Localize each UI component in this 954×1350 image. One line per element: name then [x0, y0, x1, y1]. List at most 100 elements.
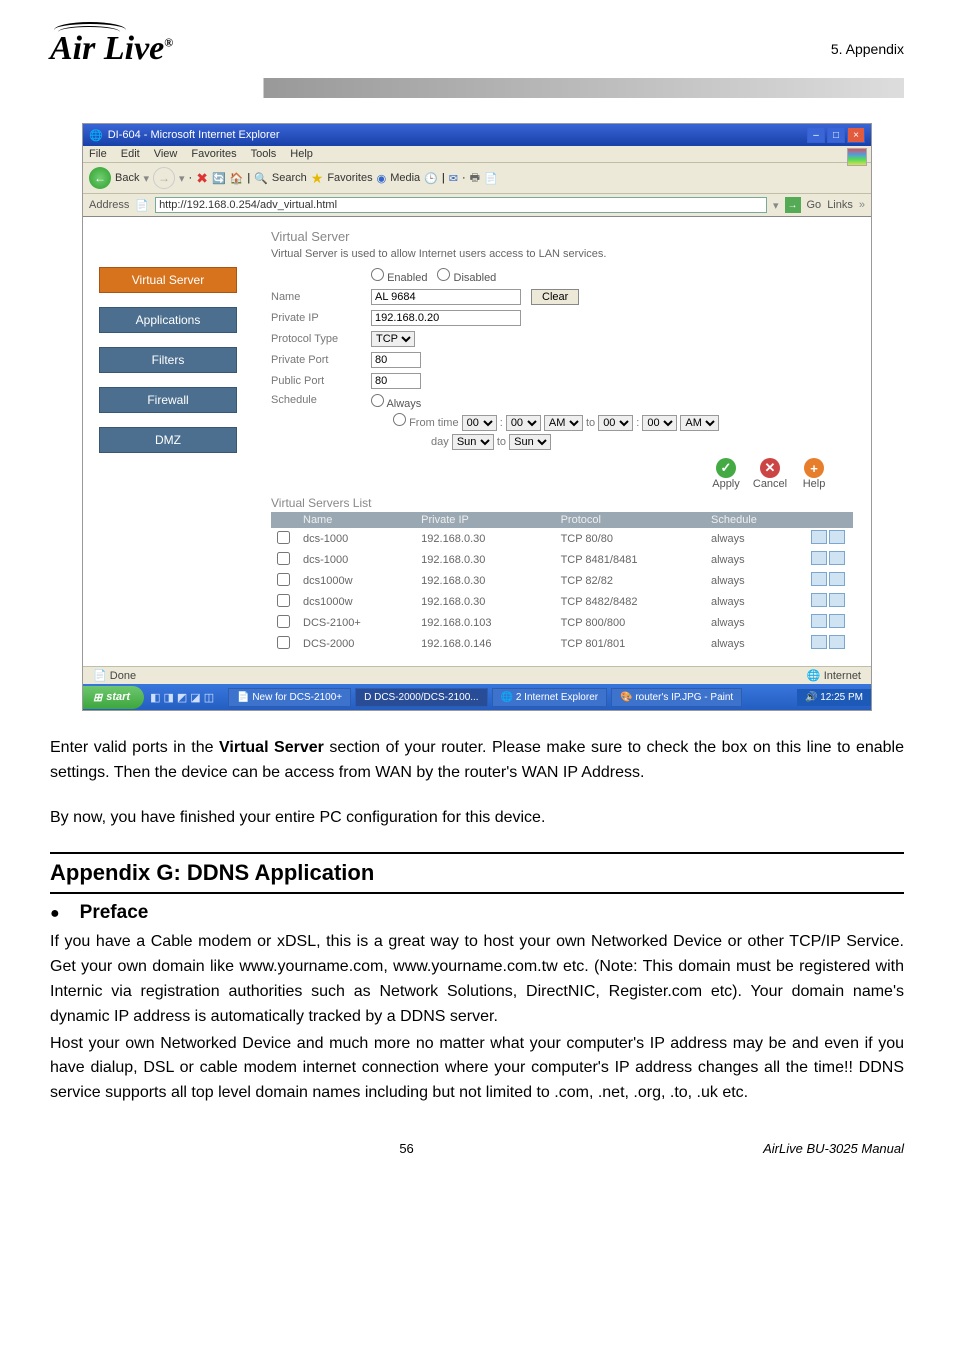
help-button[interactable]: +: [804, 458, 824, 478]
window-title: DI-604 - Microsoft Internet Explorer: [108, 129, 280, 141]
paragraph-3: If you have a Cable modem or xDSL, this …: [50, 930, 904, 1029]
private-port-label: Private Port: [271, 354, 361, 366]
public-port-input[interactable]: [371, 373, 421, 389]
protocol-type-select[interactable]: TCP: [371, 331, 415, 347]
table-row: dcs1000w192.168.0.30TCP 8482/8482always: [271, 591, 853, 612]
edit-icon[interactable]: [811, 551, 827, 565]
minimize-button[interactable]: –: [807, 127, 825, 143]
to-hour-select[interactable]: 00: [598, 415, 633, 431]
schedule-from-radio[interactable]: From: [393, 417, 435, 429]
row-checkbox[interactable]: [277, 615, 290, 628]
stop-icon[interactable]: ✖: [196, 170, 208, 187]
home-icon[interactable]: 🏠: [230, 172, 244, 185]
nav-dmz[interactable]: DMZ: [99, 427, 237, 453]
nav-filters[interactable]: Filters: [99, 347, 237, 373]
row-checkbox[interactable]: [277, 573, 290, 586]
nav-applications[interactable]: Applications: [99, 307, 237, 333]
row-checkbox[interactable]: [277, 531, 290, 544]
row-checkbox[interactable]: [277, 552, 290, 565]
system-tray[interactable]: 🔊 12:25 PM: [797, 689, 871, 706]
favorites-icon[interactable]: ★: [311, 170, 324, 187]
from-hour-select[interactable]: 00: [462, 415, 497, 431]
delete-icon[interactable]: [829, 593, 845, 607]
edit-icon[interactable]: [811, 635, 827, 649]
print-icon[interactable]: 🖶: [470, 169, 480, 188]
menu-favorites[interactable]: Favorites: [191, 148, 236, 160]
ie-menubar: File Edit View Favorites Tools Help: [83, 146, 871, 163]
mail-icon[interactable]: ✉: [449, 172, 458, 185]
address-input[interactable]: [155, 197, 767, 213]
virtual-server-panel: Virtual Server Virtual Server is used to…: [253, 217, 871, 666]
menu-tools[interactable]: Tools: [251, 148, 277, 160]
start-icon: ⊞: [93, 691, 102, 704]
delete-icon[interactable]: [829, 614, 845, 628]
edit-icon[interactable]: [811, 614, 827, 628]
name-label: Name: [271, 291, 361, 303]
ie-icon: 🌐: [89, 129, 103, 142]
go-label: Go: [807, 199, 822, 211]
delete-icon[interactable]: [829, 572, 845, 586]
schedule-label: Schedule: [271, 394, 361, 406]
private-ip-input[interactable]: [371, 310, 521, 326]
history-icon[interactable]: 🕒: [424, 172, 438, 185]
nav-firewall[interactable]: Firewall: [99, 387, 237, 413]
table-row: dcs1000w192.168.0.30TCP 82/82always: [271, 570, 853, 591]
forward-button[interactable]: →: [153, 167, 175, 189]
task-item[interactable]: D DCS-2000/DCS-2100...: [355, 688, 488, 707]
apply-button[interactable]: ✓: [716, 458, 736, 478]
edit-icon[interactable]: 📄: [484, 172, 498, 185]
quick-launch-icon[interactable]: ◩: [177, 691, 187, 704]
edit-icon[interactable]: [811, 572, 827, 586]
nav-virtual-server[interactable]: Virtual Server: [99, 267, 237, 293]
name-input[interactable]: [371, 289, 521, 305]
delete-icon[interactable]: [829, 635, 845, 649]
from-day-select[interactable]: Sun: [452, 434, 494, 450]
task-item[interactable]: 🌐 2 Internet Explorer: [492, 688, 608, 707]
quick-launch-icon[interactable]: ◨: [163, 691, 173, 704]
apply-label: Apply: [712, 478, 740, 490]
to-min-select[interactable]: 00: [642, 415, 677, 431]
clear-button[interactable]: Clear: [531, 289, 579, 305]
quick-launch-icon[interactable]: ◪: [190, 691, 200, 704]
menu-help[interactable]: Help: [290, 148, 313, 160]
refresh-icon[interactable]: 🔄: [212, 172, 226, 185]
to-ampm-select[interactable]: AM: [680, 415, 719, 431]
table-row: dcs-1000192.168.0.30TCP 8481/8481always: [271, 549, 853, 570]
delete-icon[interactable]: [829, 530, 845, 544]
from-min-select[interactable]: 00: [506, 415, 541, 431]
cancel-button[interactable]: ✕: [760, 458, 780, 478]
start-button[interactable]: ⊞start: [83, 686, 144, 709]
schedule-always-radio[interactable]: Always: [371, 398, 421, 410]
router-screenshot: 🌐 DI-604 - Microsoft Internet Explorer –…: [82, 123, 872, 711]
status-bar: 📄 Done 🌐 Internet: [83, 666, 871, 684]
edit-icon[interactable]: [811, 593, 827, 607]
menu-view[interactable]: View: [154, 148, 178, 160]
edit-icon[interactable]: [811, 530, 827, 544]
go-button[interactable]: →: [785, 197, 801, 213]
media-icon[interactable]: ◉: [377, 172, 387, 185]
menu-file[interactable]: File: [89, 148, 107, 160]
close-button[interactable]: ×: [847, 127, 865, 143]
quick-launch-icon[interactable]: ◧: [150, 691, 160, 704]
quick-launch-icon[interactable]: ◫: [204, 691, 214, 704]
disabled-radio[interactable]: Disabled: [437, 268, 496, 284]
search-icon[interactable]: 🔍: [254, 172, 268, 185]
cancel-label: Cancel: [753, 478, 787, 490]
row-checkbox[interactable]: [277, 636, 290, 649]
task-item[interactable]: 🎨 router's IP.JPG - Paint: [611, 688, 742, 707]
links-label[interactable]: Links: [827, 199, 853, 211]
task-item[interactable]: 📄 New for DCS-2100+: [228, 688, 351, 707]
menu-edit[interactable]: Edit: [121, 148, 140, 160]
to-day-select[interactable]: Sun: [509, 434, 551, 450]
page-footer: 56 AirLive BU-3025 Manual: [50, 1141, 904, 1156]
panel-title: Virtual Server: [271, 229, 853, 244]
maximize-button[interactable]: □: [827, 127, 845, 143]
col-proto: Protocol: [555, 512, 705, 528]
delete-icon[interactable]: [829, 551, 845, 565]
from-ampm-select[interactable]: AM: [544, 415, 583, 431]
manual-name: AirLive BU-3025 Manual: [763, 1141, 904, 1156]
back-button[interactable]: ←: [89, 167, 111, 189]
private-port-input[interactable]: [371, 352, 421, 368]
enabled-radio[interactable]: Enabled: [371, 268, 427, 284]
row-checkbox[interactable]: [277, 594, 290, 607]
